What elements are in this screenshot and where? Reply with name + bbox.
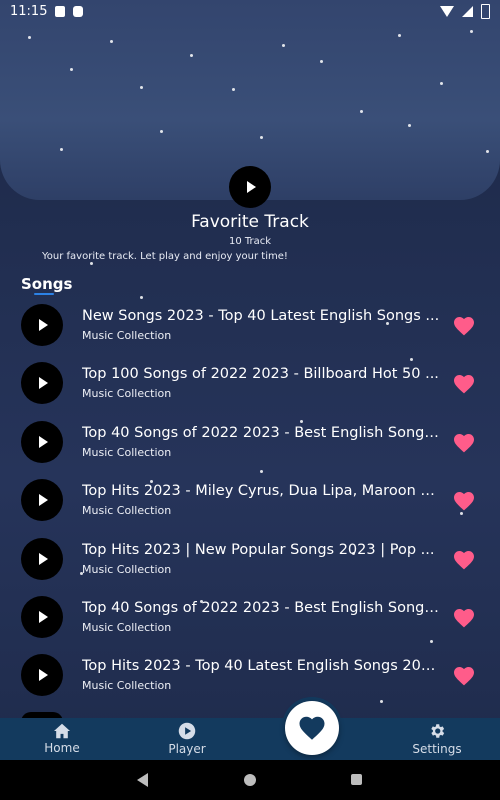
- wifi-icon: [440, 5, 454, 17]
- play-icon: [39, 435, 48, 448]
- list-item[interactable]: New Songs 2023 - Top 40 Latest English S…: [0, 302, 500, 360]
- play-icon: [39, 669, 48, 682]
- song-title: Top 40 Songs of 2022 2023 - Best English…: [82, 599, 442, 616]
- nav-home-label: Home: [44, 741, 80, 755]
- recents-icon[interactable]: [351, 774, 362, 785]
- play-icon: [39, 494, 48, 507]
- list-item[interactable]: Top Hits 2023 | New Popular Songs 2023 |…: [0, 536, 500, 594]
- heart-icon[interactable]: [452, 372, 476, 396]
- list-item[interactable]: Top 40 Songs of 2022 2023 - Best English…: [0, 594, 500, 652]
- heart-icon[interactable]: [452, 664, 476, 688]
- back-icon[interactable]: [137, 773, 148, 787]
- song-play-button[interactable]: [21, 654, 63, 697]
- nav-settings[interactable]: Settings: [392, 718, 482, 760]
- song-subtitle: Music Collection: [82, 387, 172, 401]
- heart-icon[interactable]: [452, 548, 476, 572]
- status-bar: 11:15: [0, 0, 500, 22]
- page-title: Favorite Track: [191, 212, 309, 232]
- play-all-button[interactable]: [229, 166, 271, 208]
- list-item[interactable]: Top Hits 2023 - Miley Cyrus, Dua Lipa, M…: [0, 477, 500, 535]
- song-title: Top Hits 2023 | New Popular Songs 2023 |…: [82, 541, 435, 558]
- song-title: Top Hits 2023 - Miley Cyrus, Dua Lipa, M…: [82, 483, 442, 500]
- section-underline: [34, 293, 54, 295]
- favorites-button[interactable]: [285, 701, 339, 755]
- system-navigation-bar: [0, 760, 500, 800]
- song-subtitle: Music Collection: [82, 329, 172, 342]
- song-subtitle: Music Collection: [82, 562, 172, 576]
- song-title: Top 40 Songs of 2022 2023 - Best English…: [82, 424, 442, 441]
- song-subtitle: Music Collection: [82, 679, 172, 693]
- song-play-button[interactable]: [21, 479, 63, 522]
- player-icon: [178, 722, 196, 740]
- list-item[interactable]: Top Hits 2023 - Top 40 Latest English So…: [0, 652, 500, 710]
- play-icon: [247, 181, 256, 193]
- nav-settings-label: Settings: [412, 742, 462, 756]
- song-title: Top Hits 2023 - Top 40 Latest English So…: [82, 658, 442, 675]
- play-icon: [39, 610, 48, 623]
- sd-card-icon: [55, 5, 66, 17]
- gear-icon: [431, 724, 445, 738]
- play-icon: [39, 319, 48, 331]
- song-play-button[interactable]: [21, 537, 63, 580]
- notification-icon: [73, 5, 84, 17]
- heart-icon: [299, 716, 325, 740]
- heart-icon[interactable]: [452, 314, 476, 338]
- song-subtitle: Music Collection: [82, 620, 172, 634]
- song-subtitle: Music Collection: [82, 504, 172, 518]
- nav-player[interactable]: Player: [142, 718, 232, 760]
- bottom-navigation: Home Player Settings: [0, 718, 500, 760]
- track-count: 10 Track: [228, 236, 272, 247]
- battery-icon: [481, 3, 490, 19]
- list-item[interactable]: Top 40 Songs of 2022 2023 - Best English…: [0, 419, 500, 477]
- play-icon: [39, 377, 48, 390]
- nav-player-label: Player: [168, 742, 206, 756]
- status-time: 11:15: [10, 3, 48, 19]
- song-title: Top 100 Songs of 2022 2023 - Billboard H…: [82, 366, 439, 383]
- song-play-button[interactable]: [21, 595, 63, 638]
- nav-home[interactable]: Home: [17, 718, 107, 760]
- home-circle-icon[interactable]: [244, 774, 256, 786]
- section-title: Songs: [21, 275, 73, 293]
- list-item[interactable]: Top 100 Songs of 2022 2023 - Billboard H…: [0, 360, 500, 418]
- play-icon: [39, 552, 48, 565]
- heart-icon[interactable]: [452, 431, 476, 455]
- song-subtitle: Music Collection: [82, 445, 172, 459]
- song-list: New Songs 2023 - Top 40 Latest English S…: [0, 302, 500, 711]
- song-play-button[interactable]: [21, 420, 63, 463]
- signal-icon: [462, 5, 473, 17]
- song-title: New Songs 2023 - Top 40 Latest English S…: [82, 308, 440, 324]
- home-icon: [54, 723, 70, 739]
- song-play-button[interactable]: [21, 362, 63, 405]
- heart-icon[interactable]: [452, 606, 476, 630]
- page-description: Your favorite track. Let play and enjoy …: [42, 251, 288, 262]
- heart-icon[interactable]: [452, 489, 476, 513]
- song-play-button[interactable]: [21, 304, 63, 346]
